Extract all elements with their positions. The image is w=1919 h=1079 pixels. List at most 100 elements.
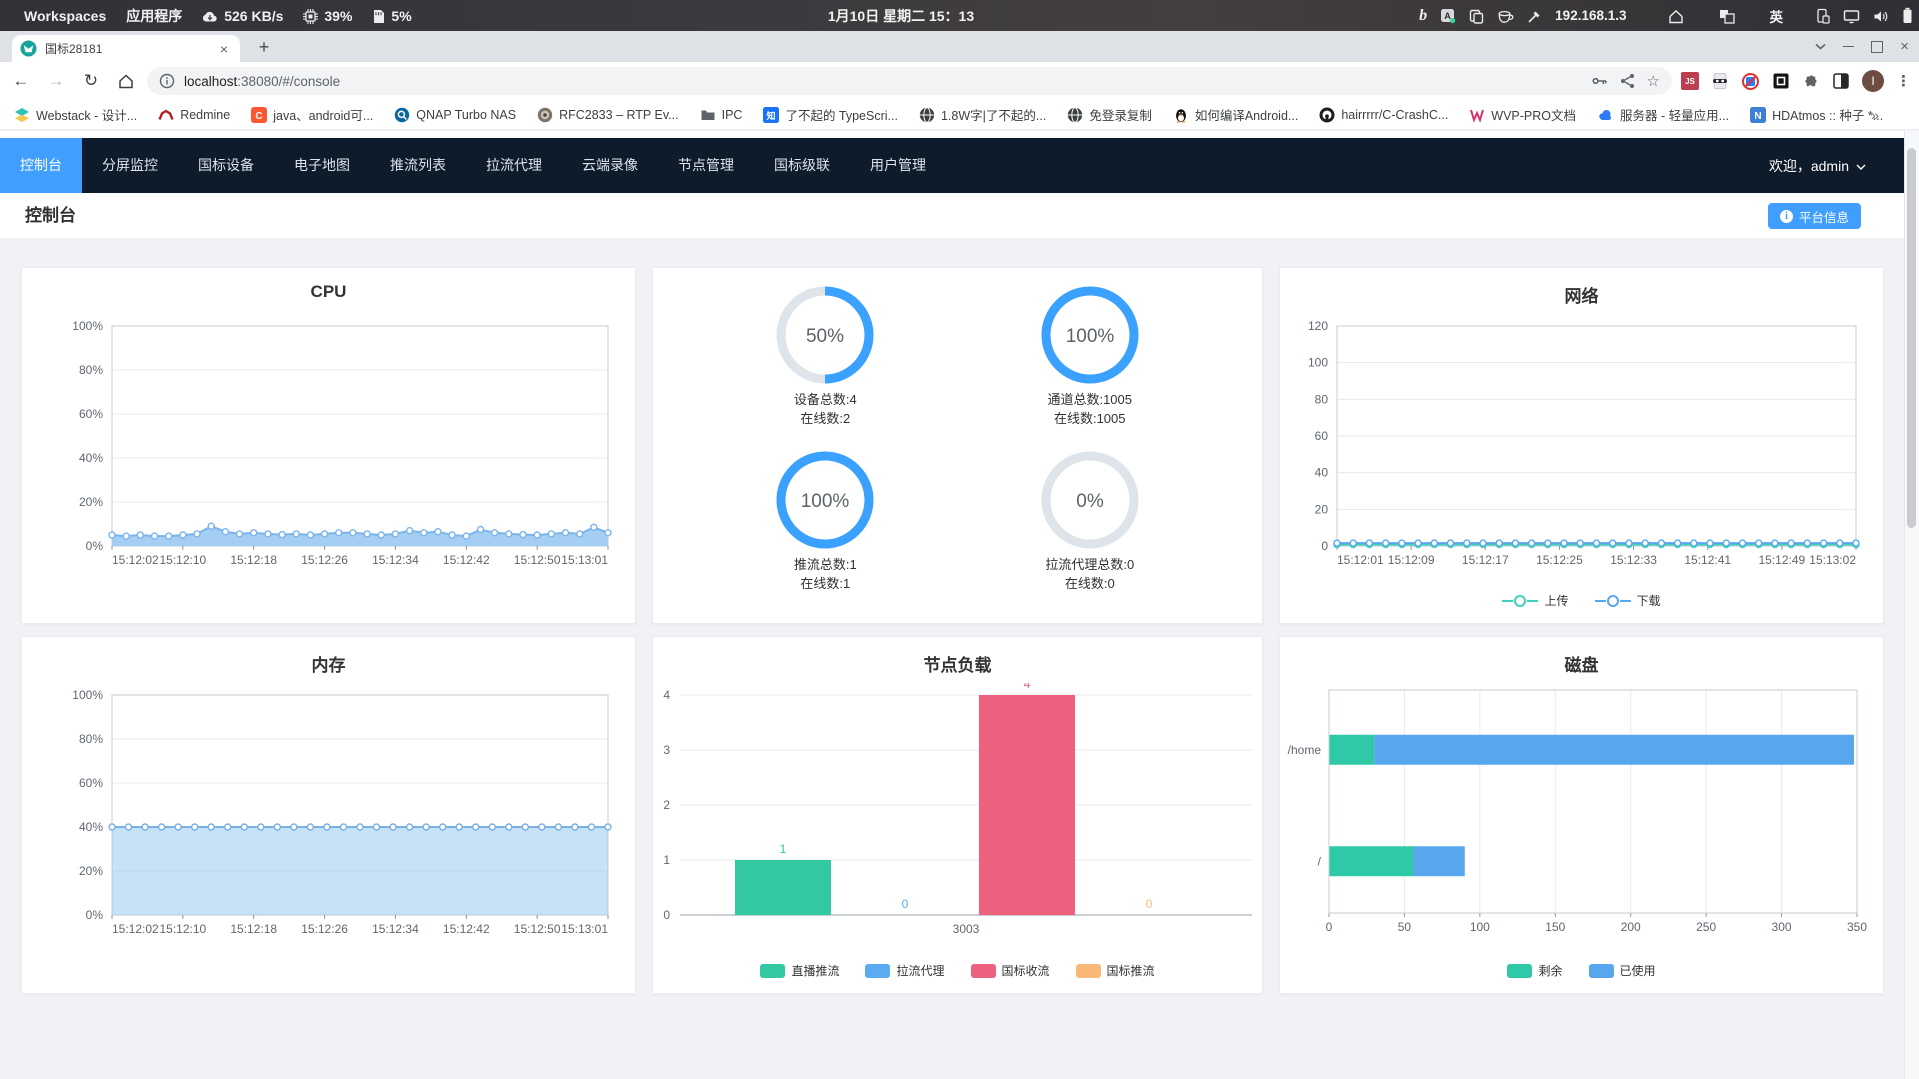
bookmark-item[interactable]: 1.8W字|了不起的... (919, 105, 1046, 124)
legend-item[interactable]: 剩余 (1507, 962, 1563, 979)
bookmark-item[interactable]: N HDAtmos :: 种子 *... (1750, 105, 1883, 124)
bookmark-item[interactable]: Cjava、android可... (251, 105, 373, 124)
legend-item[interactable]: 已使用 (1588, 962, 1656, 979)
nav-item-gb-devices[interactable]: 国标设备 (178, 138, 274, 193)
node-load-chart-holder: 0 1 2 3 4 1 0 4 0 3003 (653, 683, 1264, 995)
dark-reader-extension-icon[interactable] (1832, 72, 1850, 90)
url-text[interactable]: localhost:38080/#/console (184, 74, 1579, 89)
home-icon[interactable] (1668, 7, 1684, 24)
nav-item-user-manage[interactable]: 用户管理 (850, 138, 946, 193)
maximize-button[interactable] (1871, 40, 1884, 53)
legend-item[interactable]: 上传 (1502, 592, 1569, 609)
clock[interactable]: 1月10日 星期二 15：13 (828, 6, 974, 26)
nav-item-gb-cascade[interactable]: 国标级联 (754, 138, 850, 193)
workspaces-switcher-icon[interactable] (1719, 7, 1735, 24)
disk-legend: 剩余 已使用 (1280, 962, 1883, 979)
battery-icon[interactable] (1902, 7, 1913, 25)
close-window-button[interactable]: × (1900, 38, 1909, 55)
bookmark-item[interactable]: 如何编译Android... (1173, 105, 1298, 124)
screen-recorder-extension-icon[interactable] (1772, 72, 1790, 90)
workspaces-button[interactable]: Workspaces (14, 0, 116, 31)
svg-text:/home: /home (1288, 743, 1322, 757)
color-picker-icon[interactable] (1527, 7, 1542, 24)
phone-link-icon[interactable] (1816, 7, 1830, 24)
coffee-cup-icon[interactable] (1497, 7, 1514, 24)
bookmarks-overflow-chevron[interactable]: » (1871, 107, 1879, 123)
bookmark-item[interactable]: 知了不起的 TypeScri... (763, 105, 898, 124)
tab-close-icon[interactable]: × (216, 41, 232, 57)
browser-home-button[interactable] (113, 68, 139, 94)
bookmark-item[interactable]: 免登录复制 (1067, 105, 1152, 124)
new-tab-button[interactable]: + (252, 35, 276, 59)
platform-info-button[interactable]: i 平台信息 (1767, 203, 1861, 229)
bookmark-item[interactable]: hairrrrr/C-CrashC... (1319, 107, 1448, 123)
clipboard-copy-icon[interactable] (1469, 7, 1484, 24)
extensions-puzzle-icon[interactable] (1802, 72, 1820, 90)
address-bar[interactable]: localhost:38080/#/console ☆ (147, 67, 1672, 95)
password-key-icon[interactable] (1591, 73, 1608, 89)
svg-text:0: 0 (1321, 539, 1328, 553)
svg-text:40: 40 (1315, 466, 1329, 480)
volume-icon[interactable] (1873, 7, 1889, 24)
js-blocker-extension-icon[interactable]: JS (1681, 72, 1699, 90)
svg-text:15:12:17: 15:12:17 (1462, 553, 1509, 567)
page-scrollbar-thumb[interactable] (1907, 148, 1916, 528)
minimize-button[interactable] (1843, 45, 1855, 48)
legend-item[interactable]: 国标推流 (1075, 962, 1155, 979)
gauge-total-label: 设备总数:4 (793, 392, 857, 407)
nav-item-cloud-record[interactable]: 云端录像 (562, 138, 658, 193)
chevron-down-icon (1856, 158, 1866, 174)
bookmark-item[interactable]: Redmine (158, 107, 230, 123)
bookmark-item[interactable]: WVP-PRO文档 (1469, 105, 1576, 124)
user-agent-extension-icon[interactable] (1711, 72, 1729, 90)
nav-item-console[interactable]: 控制台 (0, 138, 82, 193)
nav-item-node-manage[interactable]: 节点管理 (658, 138, 754, 193)
nav-item-push-streams[interactable]: 推流列表 (370, 138, 466, 193)
reload-button[interactable]: ↻ (78, 68, 104, 94)
input-language-indicator[interactable]: 英 (1770, 6, 1784, 26)
page-scrollbar[interactable] (1904, 131, 1919, 1079)
load-chart: 0 1 2 3 4 1 0 4 0 3003 (663, 683, 1252, 936)
browser-tab-strip: 国标28181 × + × (0, 31, 1919, 62)
svg-text:100%: 100% (801, 491, 850, 512)
extensions-row: JS I ⋮ (1681, 62, 1911, 100)
display-icon[interactable] (1843, 7, 1860, 24)
ip-address-indicator[interactable]: 192.168.1.3 (1555, 8, 1626, 23)
legend-item[interactable]: 拉流代理 (865, 962, 945, 979)
profile-avatar[interactable]: I (1862, 70, 1884, 92)
share-icon[interactable] (1620, 73, 1635, 89)
bookmark-item[interactable]: IPC (700, 107, 742, 123)
svg-text:15:12:34: 15:12:34 (372, 553, 419, 567)
bing-tray-icon[interactable]: b (1419, 7, 1427, 25)
page-header: 控制台 i 平台信息 (0, 193, 1904, 238)
site-info-icon[interactable] (159, 72, 175, 90)
browser-tab[interactable]: 国标28181 × (12, 35, 240, 62)
bookmark-item[interactable]: Webstack - 设计... (14, 105, 137, 124)
nav-item-split-screen[interactable]: 分屏监控 (82, 138, 178, 193)
globe-icon (1068, 106, 1083, 123)
svg-text:3003: 3003 (953, 922, 980, 936)
forward-button[interactable]: → (43, 68, 69, 94)
tab-search-chevron-icon[interactable] (1815, 38, 1826, 56)
bookmark-star-icon[interactable]: ☆ (1647, 72, 1660, 90)
svg-text:0: 0 (1146, 897, 1153, 911)
adblock-extension-icon[interactable] (1741, 72, 1760, 91)
user-menu[interactable]: 欢迎，admin (1769, 138, 1866, 193)
bookmark-item[interactable]: QNAP Turbo NAS (394, 107, 516, 123)
applications-button[interactable]: 应用程序 (116, 0, 192, 31)
svg-text:80%: 80% (79, 363, 103, 377)
svg-text:20%: 20% (79, 864, 103, 878)
nav-item-e-map[interactable]: 电子地图 (274, 138, 370, 193)
back-button[interactable]: ← (8, 68, 34, 94)
legend-item[interactable]: 国标收流 (970, 962, 1050, 979)
legend-item[interactable]: 下载 (1594, 592, 1661, 609)
legend-item[interactable]: 直播推流 (760, 962, 839, 979)
node-load-card: 节点负载 0 1 2 3 4 1 0 4 0 3003 直播推流 拉流代理 国标收流 国标推流 (652, 636, 1263, 994)
input-app-icon[interactable]: A (1440, 7, 1456, 24)
svg-text:60%: 60% (79, 776, 103, 790)
bookmark-item[interactable]: 服务器 - 轻量应用... (1597, 105, 1729, 124)
browser-menu-icon[interactable]: ⋮ (1896, 72, 1911, 90)
svg-text:15:13:02: 15:13:02 (1809, 553, 1856, 567)
bookmark-item[interactable]: RFC2833 – RTP Ev... (537, 107, 679, 123)
nav-item-pull-proxy[interactable]: 拉流代理 (466, 138, 562, 193)
